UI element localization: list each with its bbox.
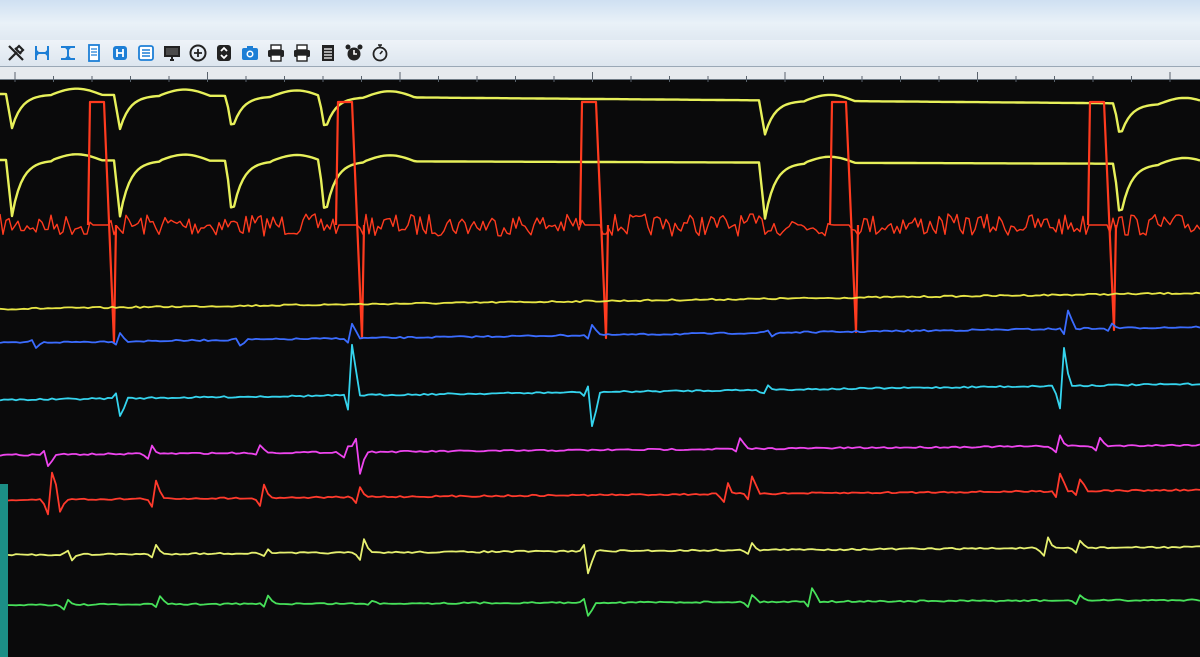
sweep-speed-icon (113, 46, 127, 60)
alarm-button[interactable] (343, 42, 365, 64)
baseline-trace-yellow (0, 291, 1200, 311)
ecg-trace-blue (0, 309, 1200, 349)
vertical-calipers-icon (61, 45, 75, 61)
tools-button[interactable] (5, 42, 27, 64)
print-screen-button[interactable] (265, 42, 287, 64)
page-icon (88, 44, 100, 62)
pressure-trace-1 (0, 87, 1200, 136)
scale-adjust-button[interactable] (213, 42, 235, 64)
document-list-icon (322, 45, 334, 61)
alarm-clock-icon (345, 44, 363, 61)
pacing-spike (1086, 100, 1118, 332)
printer-icon (294, 44, 310, 62)
toolbar (0, 40, 1200, 67)
compass-icon (189, 44, 207, 62)
time-ruler (0, 67, 1200, 82)
horizontal-calipers-button[interactable] (31, 42, 53, 64)
review-list-button[interactable] (317, 42, 339, 64)
snapshot-button[interactable] (239, 42, 261, 64)
print-page-button[interactable] (291, 42, 313, 64)
toolbar-icons (5, 42, 395, 64)
monitor-icon (164, 46, 180, 61)
compass-button[interactable] (187, 42, 209, 64)
page-button[interactable] (83, 42, 105, 64)
ecg-trace-yellow (0, 536, 1200, 575)
channel-layout-icon (138, 45, 154, 61)
ecg-trace-cyan (0, 343, 1200, 427)
channel-label-strip (0, 484, 8, 657)
waveform-display[interactable] (0, 80, 1200, 657)
ecg-trace-magenta (0, 434, 1200, 475)
ecg-trace-green (0, 587, 1200, 617)
up-down-arrows-icon (217, 45, 231, 61)
timer-button[interactable] (369, 42, 391, 64)
stopwatch-icon (372, 44, 388, 62)
horizontal-calipers-icon (34, 46, 50, 60)
pacing-spike (578, 100, 610, 340)
monitor-bezel (0, 0, 1200, 42)
pacing-spike (334, 100, 366, 340)
ecg-trace-red (0, 471, 1200, 516)
printer-icon (268, 44, 284, 62)
vertical-calipers-button[interactable] (57, 42, 79, 64)
sweep-speed-button[interactable] (109, 42, 131, 64)
tools-icon (8, 44, 25, 61)
channel-layout-button[interactable] (135, 42, 157, 64)
camera-icon (242, 46, 258, 60)
monitor-button[interactable] (161, 42, 183, 64)
